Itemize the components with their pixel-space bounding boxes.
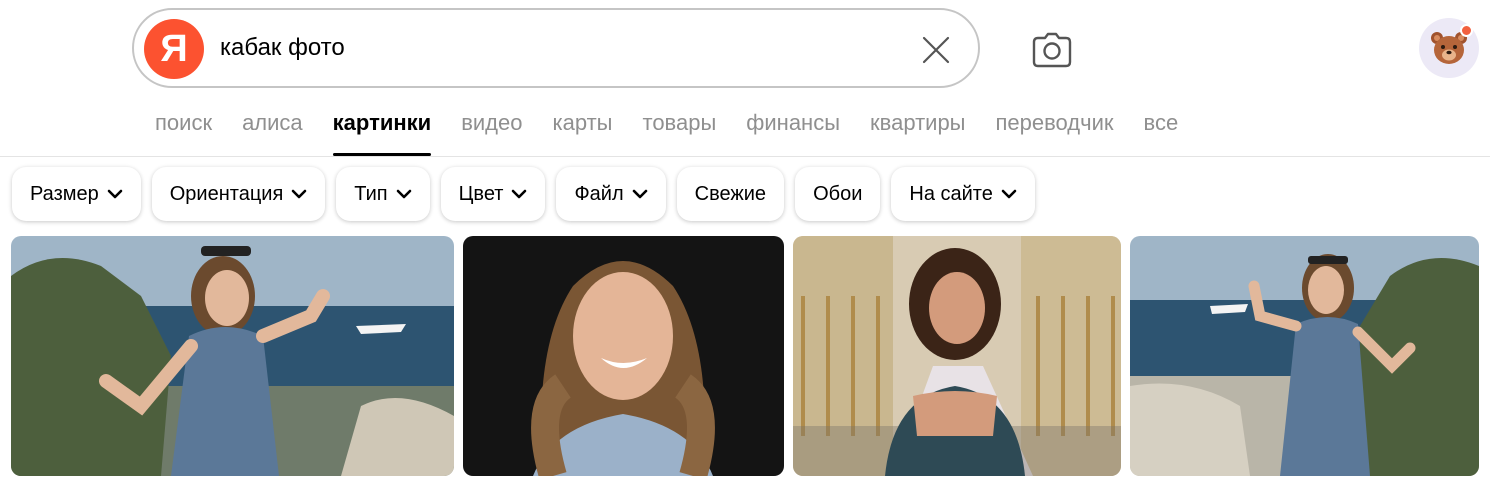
filter-label: Цвет bbox=[458, 182, 504, 205]
filter-bar: Размер Ориентация Тип Цвет Файл Свежие О… bbox=[12, 167, 1046, 221]
filter-label: Тип bbox=[354, 182, 388, 205]
filter-file[interactable]: Файл bbox=[556, 167, 666, 221]
tab-realty[interactable]: квартиры bbox=[870, 108, 965, 156]
filter-type[interactable]: Тип bbox=[336, 167, 430, 221]
filter-wallpapers[interactable]: Обои bbox=[795, 167, 881, 221]
chevron-down-icon bbox=[1001, 189, 1017, 199]
tab-finance[interactable]: финансы bbox=[746, 108, 840, 156]
tab-alice[interactable]: алиса bbox=[242, 108, 303, 156]
filter-fresh[interactable]: Свежие bbox=[676, 167, 785, 221]
tab-translate[interactable]: переводчик bbox=[996, 108, 1114, 156]
filter-label: Размер bbox=[30, 182, 99, 205]
filter-orientation[interactable]: Ориентация bbox=[151, 167, 326, 221]
chevron-down-icon bbox=[511, 189, 527, 199]
chevron-down-icon bbox=[291, 189, 307, 199]
image-result-2[interactable] bbox=[463, 236, 784, 476]
filter-size[interactable]: Размер bbox=[12, 167, 141, 221]
image-results bbox=[0, 236, 1490, 476]
service-tabs: поиск алиса картинки видео карты товары … bbox=[155, 108, 1208, 158]
filter-label: Ориентация bbox=[169, 182, 284, 205]
chevron-down-icon bbox=[632, 189, 648, 199]
camera-icon bbox=[1032, 32, 1072, 68]
chevron-down-icon bbox=[107, 189, 123, 199]
tab-images[interactable]: картинки bbox=[332, 108, 431, 156]
search-bar: Я bbox=[132, 8, 980, 88]
image-result-3[interactable] bbox=[793, 236, 1121, 476]
result-image bbox=[1130, 236, 1479, 476]
image-result-1[interactable] bbox=[11, 236, 454, 476]
result-image bbox=[463, 236, 784, 476]
tab-maps[interactable]: карты bbox=[553, 108, 613, 156]
filter-on-site[interactable]: На сайте bbox=[891, 167, 1035, 221]
user-avatar[interactable] bbox=[1419, 18, 1479, 78]
image-result-4[interactable] bbox=[1130, 236, 1479, 476]
tab-all[interactable]: все bbox=[1144, 108, 1179, 156]
clear-search-button[interactable] bbox=[918, 32, 954, 68]
tab-products[interactable]: товары bbox=[642, 108, 716, 156]
filter-color[interactable]: Цвет bbox=[440, 167, 546, 221]
filter-label: На сайте bbox=[909, 182, 993, 205]
result-image bbox=[11, 236, 454, 476]
result-image bbox=[793, 236, 1121, 476]
filter-label: Обои bbox=[813, 182, 863, 205]
tab-video[interactable]: видео bbox=[461, 108, 522, 156]
image-search-button[interactable] bbox=[1030, 30, 1074, 70]
yandex-logo[interactable]: Я bbox=[144, 19, 204, 79]
filter-label: Свежие bbox=[694, 182, 767, 205]
chevron-down-icon bbox=[396, 189, 412, 199]
notification-dot bbox=[1460, 24, 1473, 37]
tab-search[interactable]: поиск bbox=[155, 108, 212, 156]
search-input[interactable] bbox=[220, 28, 900, 68]
filter-label: Файл bbox=[574, 182, 624, 205]
header-divider bbox=[0, 156, 1490, 157]
close-icon bbox=[922, 36, 950, 64]
